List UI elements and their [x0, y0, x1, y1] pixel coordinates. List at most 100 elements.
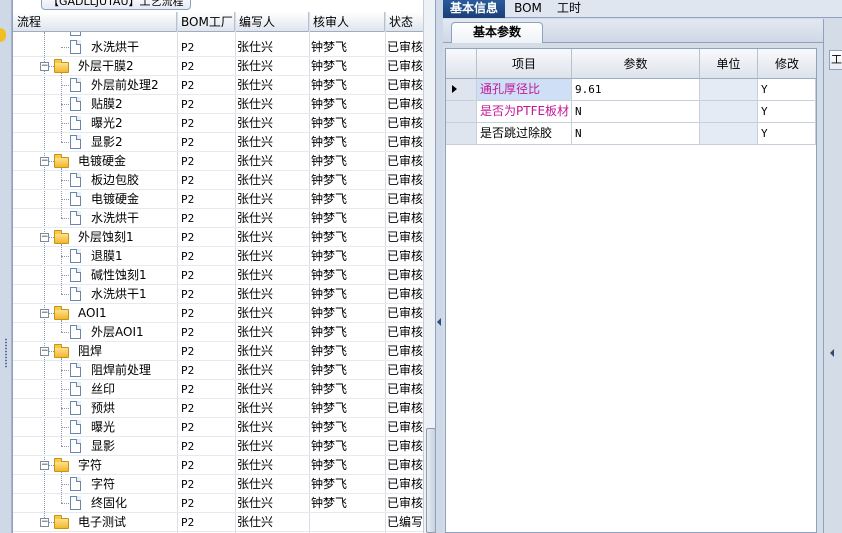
document-icon: [70, 477, 81, 491]
tree-cell-bom-factory: P2: [181, 326, 195, 339]
column-header-author[interactable]: 编写人: [235, 12, 309, 32]
tree-cell-reviewer: 钟梦飞: [311, 420, 348, 434]
grid-header-item[interactable]: 项目: [477, 49, 572, 79]
grid-header-param[interactable]: 参数: [572, 49, 700, 79]
grid-row[interactable]: 是否为PTFE板材 N Y: [446, 101, 816, 123]
tree-row[interactable]: 显影2 P2 张仕兴 钟梦飞 已审核: [13, 133, 423, 152]
tree-row[interactable]: − 外层蚀刻1 P2 张仕兴 钟梦飞 已审核: [13, 228, 423, 294]
tree-cell-reviewer: 钟梦飞: [311, 97, 348, 111]
tree-cell-bom-factory: P2: [181, 288, 195, 301]
collapse-left-arrow-icon[interactable]: [437, 318, 441, 326]
tree-item-label: 曝光2: [91, 116, 123, 130]
tree-row[interactable]: 水洗烘干1 P2 张仕兴 钟梦飞 已审核: [13, 285, 423, 304]
tree-cell-bom-factory: P2: [181, 421, 195, 434]
column-header-bom-factory[interactable]: BOM工厂: [177, 12, 235, 32]
right-collapsed-panel[interactable]: 工: [823, 19, 842, 533]
collapse-toggle-icon[interactable]: −: [40, 518, 49, 527]
grid-row[interactable]: 是否跳过除胶 N Y: [446, 123, 816, 145]
left-collapsed-panel[interactable]: [0, 0, 12, 533]
tree-row[interactable]: 阻焊前处理 P2 张仕兴 钟梦飞 已审核: [13, 361, 423, 380]
process-tree-tab[interactable]: 【GADLLJUTAU】工艺流程: [41, 0, 191, 10]
tree-cell-reviewer: 钟梦飞: [311, 344, 348, 358]
collapse-toggle-icon[interactable]: −: [40, 461, 49, 470]
tree-row[interactable]: − 外层干膜2 P2 张仕兴 钟梦飞 已审核: [13, 57, 423, 142]
tree-cell-bom-factory: P2: [181, 497, 195, 510]
grid-header-modify[interactable]: 修改: [758, 49, 816, 79]
column-header-process[interactable]: 流程: [13, 12, 177, 32]
grid-cell-unit[interactable]: [700, 79, 758, 100]
folder-icon: [54, 154, 69, 168]
document-icon: [70, 401, 81, 415]
tree-cell-author: 张仕兴: [237, 154, 274, 168]
collapse-toggle-icon[interactable]: −: [40, 233, 49, 242]
tab-basic-params[interactable]: 基本参数: [451, 22, 543, 43]
grid-row-selector-header: [446, 49, 477, 79]
tree-row[interactable]: − 电子测试 P2 张仕兴 已编写: [13, 513, 423, 532]
panel-splitter[interactable]: [436, 0, 443, 533]
tree-scrollbar-thumb[interactable]: [426, 428, 435, 533]
tree-row[interactable]: − 阻焊 P2 张仕兴 钟梦飞 已审核: [13, 342, 423, 446]
tree-cell-status: 已审核: [387, 59, 423, 73]
grid-header-unit[interactable]: 单位: [700, 49, 758, 79]
tab-bom[interactable]: BOM: [513, 0, 543, 18]
grip-handle-icon[interactable]: [4, 338, 8, 368]
collapse-toggle-icon[interactable]: −: [40, 157, 49, 166]
tree-row[interactable]: 电镀硬金 P2 张仕兴 钟梦飞 已审核: [13, 190, 423, 209]
column-header-status[interactable]: 状态: [385, 12, 423, 32]
tree-cell-author: 张仕兴: [237, 401, 274, 415]
tree-cell-bom-factory: P2: [181, 440, 195, 453]
tree-row[interactable]: 显影 P2 张仕兴 钟梦飞 已审核: [13, 437, 423, 456]
tree-row[interactable]: − AOI1 P2 张仕兴 钟梦飞 已审核: [13, 304, 423, 332]
tree-scrollbar[interactable]: [423, 0, 435, 533]
collapse-toggle-icon[interactable]: −: [40, 62, 49, 71]
column-header-reviewer[interactable]: 核审人: [309, 12, 385, 32]
tree-row[interactable]: − 电镀硬金 P2 张仕兴 钟梦飞 已审核: [13, 152, 423, 218]
grid-cell-modify[interactable]: Y: [758, 79, 816, 100]
tree-row[interactable]: 退膜1 P2 张仕兴 钟梦飞 已审核: [13, 247, 423, 266]
tree-cell-status: 已审核: [387, 268, 423, 282]
collapse-toggle-icon[interactable]: −: [40, 309, 49, 318]
tree-row[interactable]: 碱性蚀刻1 P2 张仕兴 钟梦飞 已审核: [13, 266, 423, 285]
row-selector[interactable]: [446, 123, 477, 144]
grid-cell-param[interactable]: N: [572, 101, 700, 122]
tree-row[interactable]: 板边包胶 P2 张仕兴 钟梦飞 已审核: [13, 171, 423, 190]
tree-cell-reviewer: 钟梦飞: [311, 325, 348, 339]
tree-cell-bom-factory: P2: [181, 79, 195, 92]
grid-row[interactable]: 通孔厚径比 9.61 Y: [446, 79, 816, 101]
grid-cell-param[interactable]: N: [572, 123, 700, 144]
tree-cell-status: 已编写: [387, 515, 423, 529]
tree-row[interactable]: 字符 P2 张仕兴 钟梦飞 已审核: [13, 475, 423, 494]
grid-cell-modify[interactable]: Y: [758, 123, 816, 144]
grid-cell-item[interactable]: 是否为PTFE板材: [477, 101, 572, 122]
grid-cell-unit[interactable]: [700, 123, 758, 144]
tab-collapsed-panel[interactable]: 工: [829, 50, 842, 70]
tree-row[interactable]: 曝光2 P2 张仕兴 钟梦飞 已审核: [13, 114, 423, 133]
grid-cell-item[interactable]: 通孔厚径比: [477, 79, 572, 100]
tab-basic-info[interactable]: 基本信息: [443, 0, 505, 18]
tree-row[interactable]: 丝印 P2 张仕兴 钟梦飞 已审核: [13, 380, 423, 399]
tree-row[interactable]: 预烘 P2 张仕兴 钟梦飞 已审核: [13, 399, 423, 418]
tree-row[interactable]: 曝光 P2 张仕兴 钟梦飞 已审核: [13, 418, 423, 437]
tree-row[interactable]: 水洗烘干 P2 张仕兴 钟梦飞 已审核: [13, 209, 423, 228]
row-selector[interactable]: [446, 79, 477, 100]
tree-row[interactable]: − 字符 P2 张仕兴 钟梦飞 已审核: [13, 456, 423, 503]
expand-right-arrow-icon[interactable]: [830, 349, 834, 357]
folder-icon: [54, 344, 69, 358]
tree-row[interactable]: 外层前处理2 P2 张仕兴 钟梦飞 已审核: [13, 76, 423, 95]
grid-cell-param[interactable]: 9.61: [572, 79, 700, 100]
tree-row[interactable]: 外层AOI1 P2 张仕兴 钟梦飞 已审核: [13, 323, 423, 342]
folder-icon: [54, 59, 69, 73]
grid-cell-unit[interactable]: [700, 101, 758, 122]
grid-cell-modify[interactable]: Y: [758, 101, 816, 122]
collapse-toggle-icon[interactable]: −: [40, 347, 49, 356]
grid-cell-item[interactable]: 是否跳过除胶: [477, 123, 572, 144]
tree-row[interactable]: 终固化 P2 张仕兴 钟梦飞 已审核: [13, 494, 423, 513]
tree-cell-reviewer: 钟梦飞: [311, 287, 348, 301]
tree-row[interactable]: 贴膜2 P2 张仕兴 钟梦飞 已审核: [13, 95, 423, 114]
tree-cell-author: 张仕兴: [237, 211, 274, 225]
tree-row[interactable]: 水洗烘干 P2 张仕兴 钟梦飞 已审核: [13, 38, 423, 57]
tree-cell-reviewer: 钟梦飞: [311, 173, 348, 187]
tree-cell-bom-factory: P2: [181, 250, 195, 263]
tab-work-hours[interactable]: 工时: [551, 0, 587, 18]
row-selector[interactable]: [446, 101, 477, 122]
